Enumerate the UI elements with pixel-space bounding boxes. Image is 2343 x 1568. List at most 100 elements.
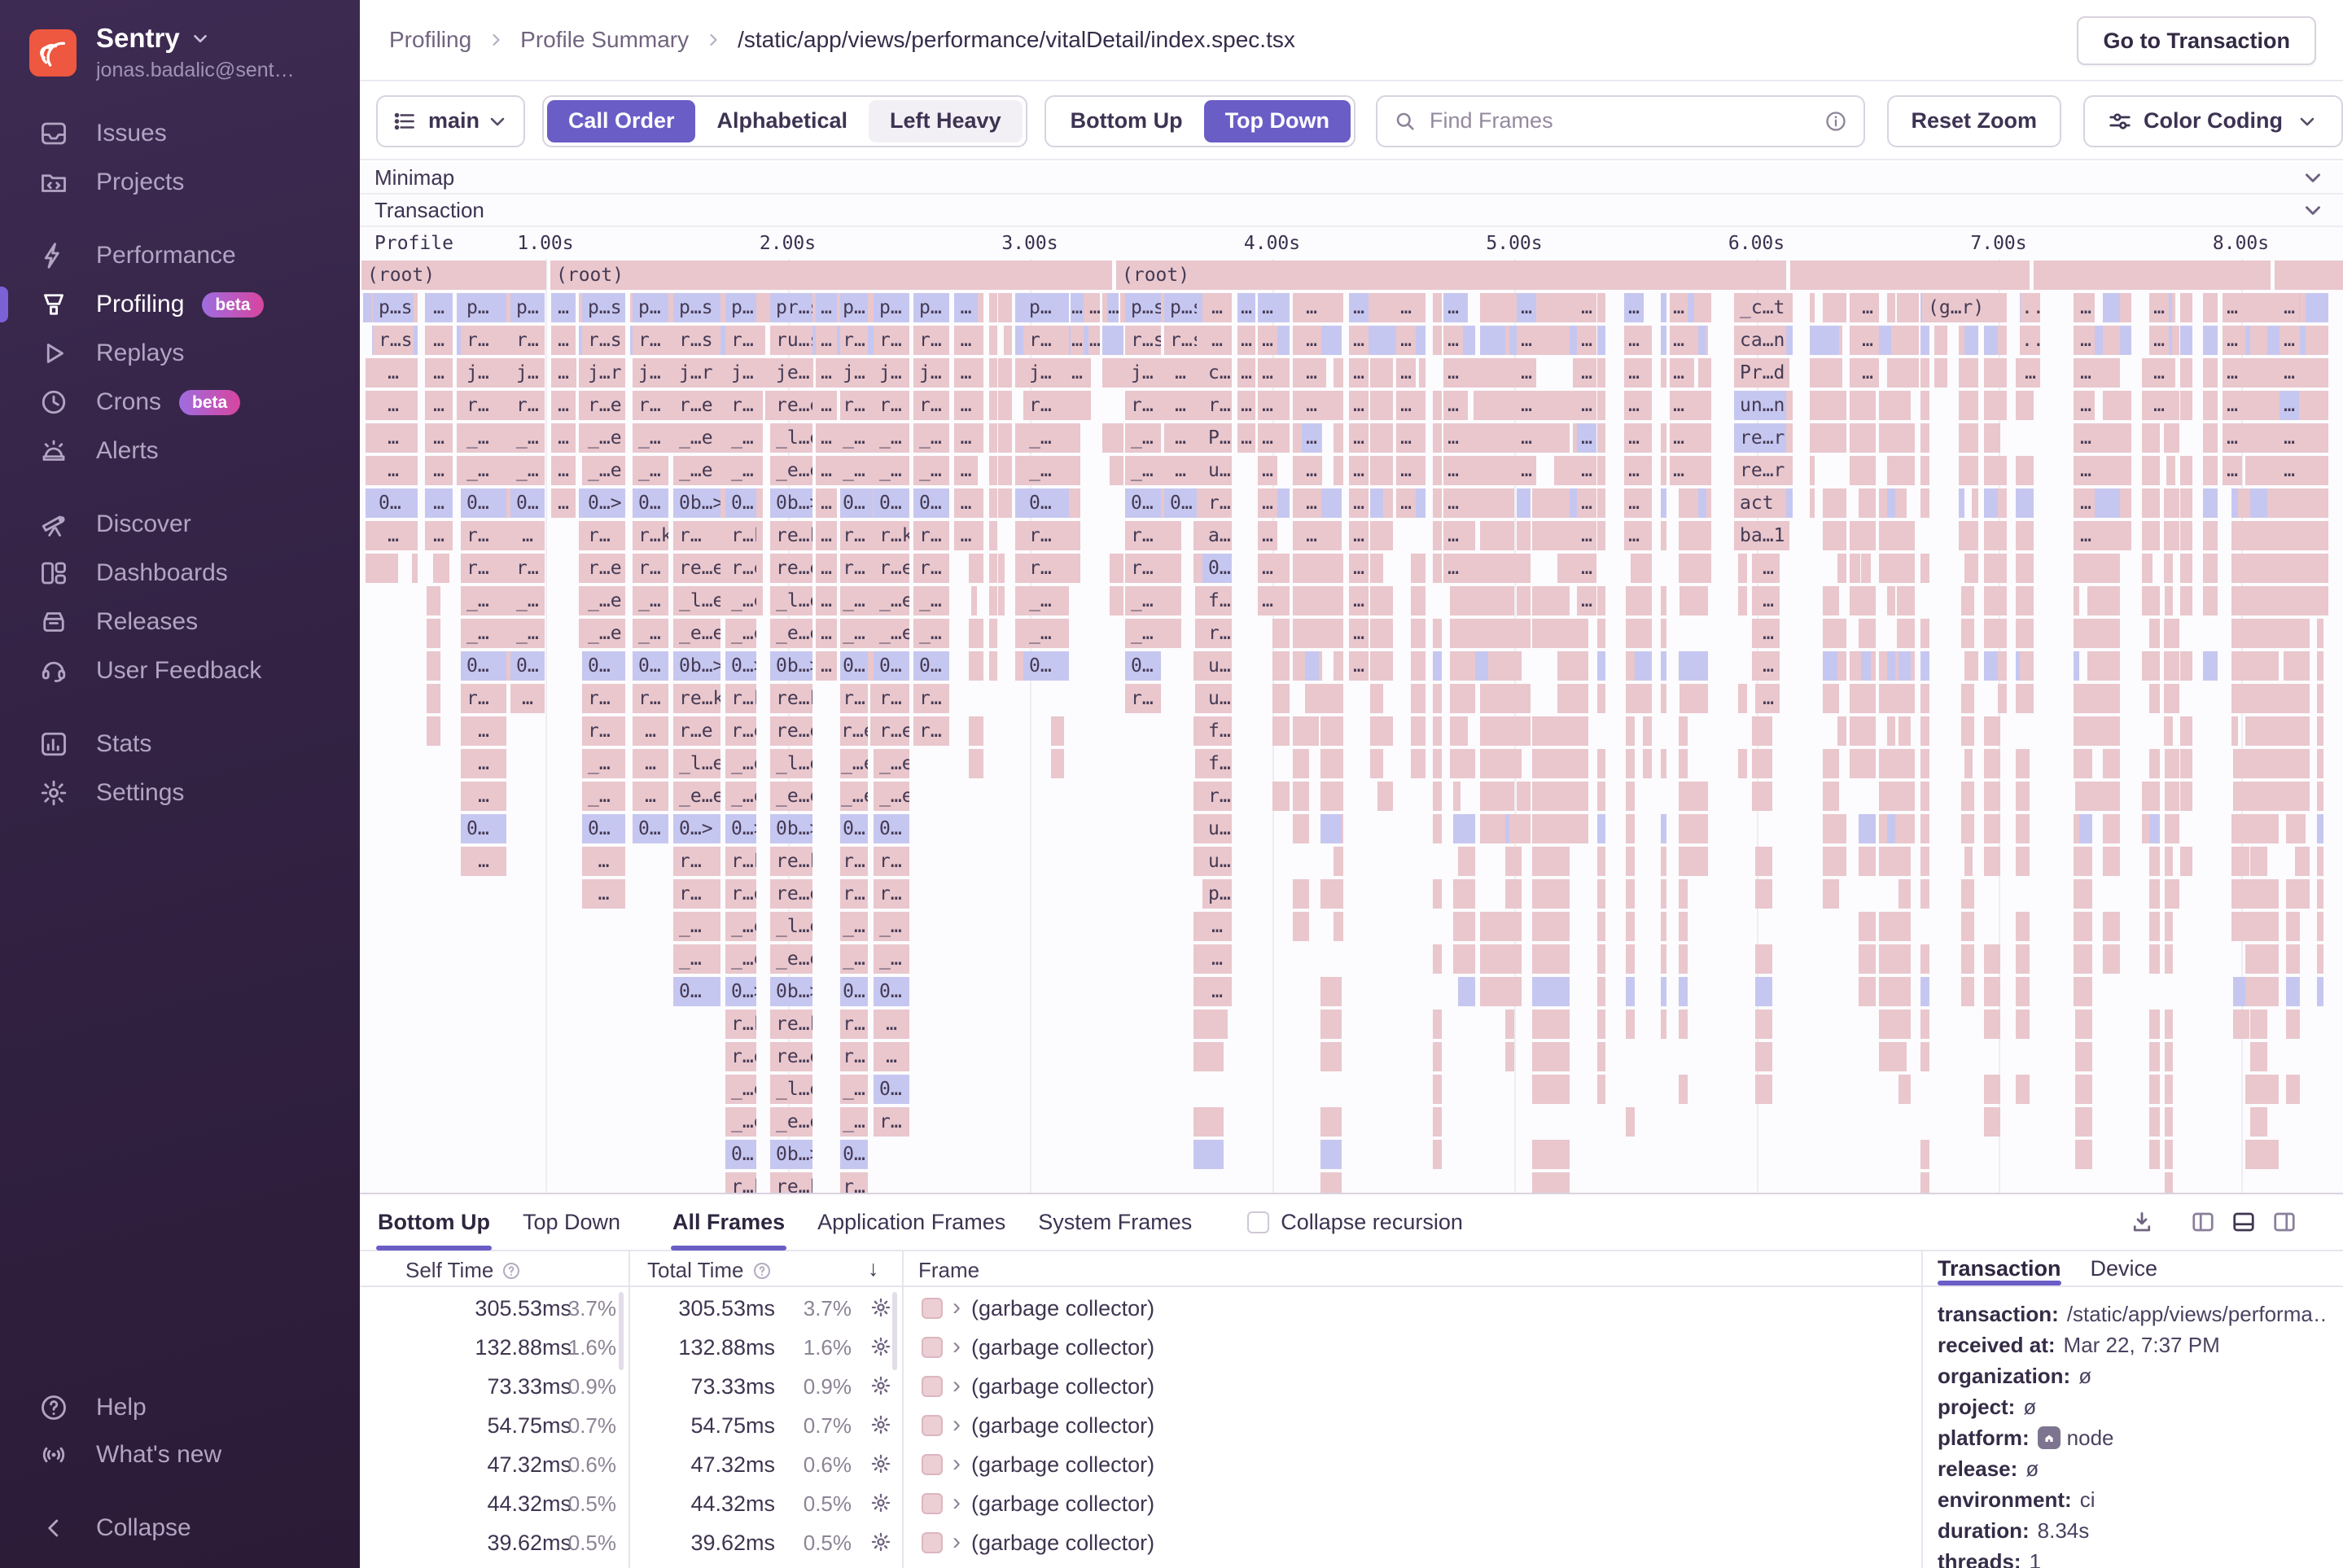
flame-frame[interactable]: … xyxy=(551,423,576,453)
flame-frame[interactable] xyxy=(1597,749,1605,778)
flame-frame[interactable] xyxy=(2165,1075,2173,1104)
tab-bottom-up[interactable]: Bottom Up xyxy=(376,1194,492,1250)
flame-frame[interactable]: … xyxy=(1624,293,1644,322)
flame-frame[interactable] xyxy=(1810,358,1815,388)
flame-frame[interactable] xyxy=(2203,391,2218,420)
flame-frame[interactable] xyxy=(1823,651,1839,681)
flame-frame[interactable] xyxy=(1738,684,1747,713)
flame-frame[interactable]: … xyxy=(816,456,837,485)
flame-frame[interactable] xyxy=(1920,749,1929,778)
flame-frame[interactable] xyxy=(2295,847,2306,876)
flame-frame[interactable] xyxy=(1370,684,1383,713)
flame-frame[interactable] xyxy=(1370,293,1383,322)
flame-frame[interactable] xyxy=(1972,521,1978,550)
flame-frame[interactable]: … xyxy=(461,716,506,746)
flame-frame[interactable] xyxy=(1755,782,1772,811)
flame-frame[interactable] xyxy=(1517,782,1531,811)
flame-frame[interactable]: … xyxy=(1071,293,1084,322)
flame-frame[interactable]: … xyxy=(1349,619,1369,648)
flame-frame[interactable] xyxy=(1887,554,1895,583)
flame-frame[interactable] xyxy=(2203,651,2218,681)
flame-frame[interactable] xyxy=(1643,554,1652,583)
flame-frame[interactable] xyxy=(1984,1107,2000,1137)
flame-frame[interactable] xyxy=(2103,326,2119,355)
flame-frame[interactable]: re…k xyxy=(770,1010,812,1039)
flame-frame[interactable] xyxy=(2016,814,2030,843)
flame-frame[interactable]: … xyxy=(816,326,837,355)
flame-frame[interactable] xyxy=(1661,326,1666,355)
flame-frame[interactable] xyxy=(2180,391,2192,420)
flame-frame[interactable]: r…e xyxy=(725,1042,756,1071)
flame-frame[interactable] xyxy=(2074,847,2079,876)
flame-frame[interactable]: j… xyxy=(840,358,868,388)
flame-frame[interactable] xyxy=(2286,912,2300,941)
flame-frame[interactable]: re…k xyxy=(770,1172,812,1193)
flame-frame[interactable] xyxy=(1850,554,1859,583)
flame-frame[interactable]: r…e xyxy=(840,716,868,746)
flame-frame[interactable]: u… xyxy=(1202,651,1232,681)
flame-frame[interactable] xyxy=(2250,847,2267,876)
flame-frame[interactable]: _e…e xyxy=(770,782,812,811)
flame-frame[interactable]: … xyxy=(510,521,545,550)
direction-bottom-up[interactable]: Bottom Up xyxy=(1049,100,1204,142)
flame-frame[interactable]: … xyxy=(425,293,453,322)
flame-frame[interactable] xyxy=(2231,586,2238,615)
flame-frame[interactable] xyxy=(1110,358,1123,388)
flame-frame[interactable] xyxy=(1554,293,1560,322)
flame-frame[interactable] xyxy=(2317,619,2323,648)
direction-top-down[interactable]: Top Down xyxy=(1204,100,1351,142)
layout-left-icon[interactable] xyxy=(2190,1210,2216,1234)
flame-frame[interactable]: 0…> xyxy=(582,488,625,518)
flame-frame[interactable] xyxy=(1626,1010,1635,1039)
flame-frame[interactable] xyxy=(1823,488,1839,518)
flame-frame[interactable] xyxy=(1920,488,1929,518)
breadcrumb-item[interactable]: /static/app/views/performance/vitalDetai… xyxy=(738,27,1295,53)
flame-frame[interactable] xyxy=(2286,782,2300,811)
flame-frame[interactable] xyxy=(1898,977,1911,1006)
flame-frame[interactable] xyxy=(2180,456,2192,485)
flame-frame[interactable] xyxy=(1837,847,1846,876)
flame-frame[interactable] xyxy=(2165,912,2173,941)
flame-frame[interactable] xyxy=(1517,521,1531,550)
flame-frame[interactable] xyxy=(2164,651,2172,681)
flame-frame[interactable]: r… xyxy=(913,391,949,420)
flame-frame[interactable]: … xyxy=(1443,358,1463,388)
flame-frame[interactable]: j…r xyxy=(582,358,625,388)
flame-frame[interactable] xyxy=(755,456,763,485)
flame-frame[interactable] xyxy=(2317,912,2323,941)
flame-frame[interactable] xyxy=(1320,554,1342,583)
sidebar-item-collapse[interactable]: Collapse xyxy=(0,1504,360,1552)
flame-frame[interactable] xyxy=(2286,684,2300,713)
flame-frame[interactable]: u… xyxy=(1202,456,1232,485)
details-tab-transaction[interactable]: Transaction xyxy=(1938,1251,2061,1285)
flame-frame[interactable] xyxy=(2203,554,2218,583)
flame-frame[interactable]: … xyxy=(1856,293,1879,322)
flame-frame[interactable] xyxy=(1509,814,1522,843)
flame-frame[interactable] xyxy=(2149,879,2160,909)
flame-frame[interactable]: 0…> xyxy=(725,977,756,1006)
flame-frame[interactable] xyxy=(2103,521,2119,550)
flame-frame[interactable]: … xyxy=(1757,619,1780,648)
flame-frame[interactable]: r… xyxy=(840,521,868,550)
flame-frame[interactable]: r… xyxy=(1023,521,1069,550)
flame-frame[interactable]: … xyxy=(2021,358,2040,388)
flame-frame[interactable]: … xyxy=(2279,293,2299,322)
flame-frame[interactable] xyxy=(1859,488,1876,518)
flame-frame[interactable]: re…k xyxy=(770,521,812,550)
flame-frame[interactable]: 0… xyxy=(461,488,506,518)
flame-frame[interactable]: r… xyxy=(840,684,868,713)
flame-frame[interactable]: u… xyxy=(1202,847,1232,876)
flame-frame[interactable]: _…e xyxy=(874,782,909,811)
flame-frame[interactable] xyxy=(1458,651,1475,681)
flame-frame[interactable] xyxy=(1509,847,1522,876)
flame-frame[interactable]: … xyxy=(1237,293,1255,322)
flame-frame[interactable]: j… xyxy=(633,358,668,388)
table-row[interactable]: 44.32ms0.5%44.32ms0.5%›(garbage collecto… xyxy=(360,1484,1921,1523)
flame-frame[interactable]: _…e xyxy=(840,782,868,811)
details-tab-device[interactable]: Device xyxy=(2091,1251,2158,1285)
flame-frame[interactable] xyxy=(1272,619,1289,648)
flame-frame[interactable]: r… xyxy=(1202,782,1232,811)
flame-frame[interactable] xyxy=(1458,749,1475,778)
table-row[interactable]: 54.75ms0.7%54.75ms0.7%›(garbage collecto… xyxy=(360,1406,1921,1445)
flame-frame[interactable]: … xyxy=(1237,423,1255,453)
